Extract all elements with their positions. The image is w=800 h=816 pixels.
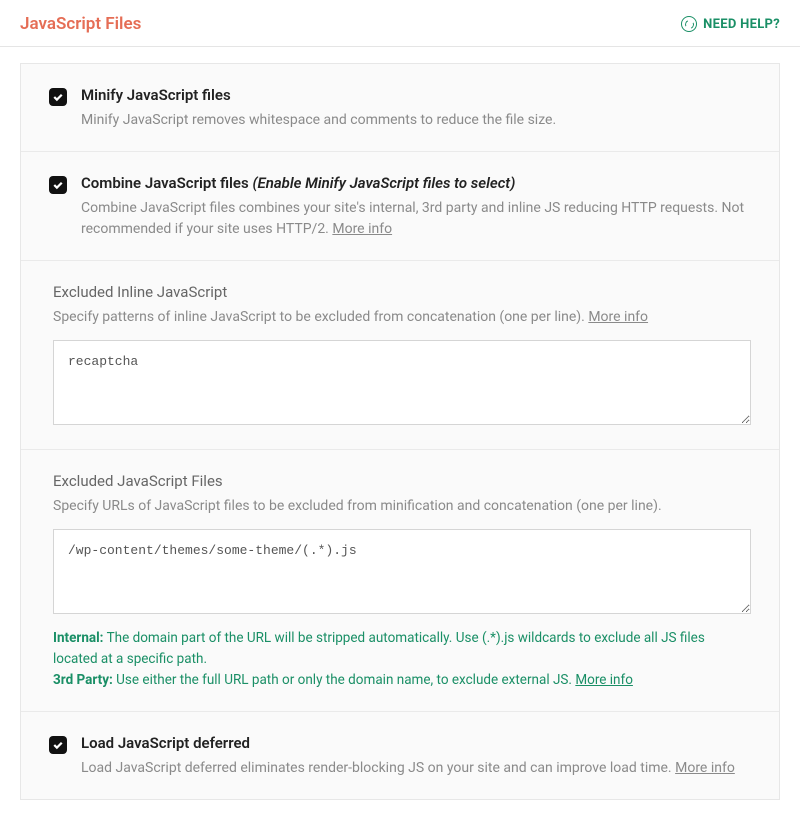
- excluded-files-more-info-link[interactable]: More info: [575, 672, 633, 688]
- need-help-link[interactable]: NEED HELP?: [681, 16, 780, 32]
- excluded-inline-desc-text: Specify patterns of inline JavaScript to…: [53, 309, 588, 325]
- excluded-inline-textarea[interactable]: [53, 340, 751, 425]
- deferred-more-info-link[interactable]: More info: [675, 760, 735, 776]
- note-internal-label: Internal:: [53, 630, 104, 646]
- excluded-files-section: Excluded JavaScript Files Specify URLs o…: [21, 450, 779, 712]
- excluded-inline-title: Excluded Inline JavaScript: [53, 283, 751, 301]
- deferred-title: Load JavaScript deferred: [81, 734, 751, 752]
- minify-title: Minify JavaScript files: [81, 86, 751, 104]
- note-3rd-label: 3rd Party:: [53, 672, 113, 688]
- settings-panel: Minify JavaScript files Minify JavaScrip…: [20, 63, 780, 800]
- combine-checkbox[interactable]: [49, 176, 67, 194]
- excluded-inline-more-info-link[interactable]: More info: [588, 309, 648, 325]
- combine-title-text: Combine JavaScript files: [81, 174, 249, 192]
- combine-title: Combine JavaScript files (Enable Minify …: [81, 174, 751, 192]
- excluded-files-textarea[interactable]: [53, 529, 751, 614]
- excluded-files-title: Excluded JavaScript Files: [53, 472, 751, 490]
- combine-hint: (Enable Minify JavaScript files to selec…: [252, 174, 515, 192]
- page-title: JavaScript Files: [20, 14, 141, 34]
- combine-more-info-link[interactable]: More info: [332, 221, 392, 237]
- combine-desc: Combine JavaScript files combines your s…: [81, 198, 751, 240]
- deferred-section: Load JavaScript deferred Load JavaScript…: [21, 712, 779, 799]
- need-help-label: NEED HELP?: [703, 17, 780, 32]
- excluded-inline-desc: Specify patterns of inline JavaScript to…: [53, 307, 751, 328]
- deferred-desc-text: Load JavaScript deferred eliminates rend…: [81, 760, 675, 776]
- check-icon: [52, 91, 64, 103]
- excluded-files-note: Internal: The domain part of the URL wil…: [53, 628, 751, 691]
- minify-checkbox[interactable]: [49, 88, 67, 106]
- deferred-desc: Load JavaScript deferred eliminates rend…: [81, 758, 751, 779]
- note-internal-text: The domain part of the URL will be strip…: [53, 630, 705, 667]
- check-icon: [52, 179, 64, 191]
- note-3rd-text: Use either the full URL path or only the…: [113, 672, 576, 688]
- minify-desc: Minify JavaScript removes whitespace and…: [81, 110, 751, 131]
- minify-section: Minify JavaScript files Minify JavaScrip…: [21, 64, 779, 152]
- excluded-inline-section: Excluded Inline JavaScript Specify patte…: [21, 261, 779, 450]
- combine-section: Combine JavaScript files (Enable Minify …: [21, 152, 779, 261]
- help-icon: [681, 16, 697, 32]
- excluded-files-desc: Specify URLs of JavaScript files to be e…: [53, 496, 751, 517]
- combine-desc-text: Combine JavaScript files combines your s…: [81, 200, 744, 237]
- deferred-checkbox[interactable]: [49, 736, 67, 754]
